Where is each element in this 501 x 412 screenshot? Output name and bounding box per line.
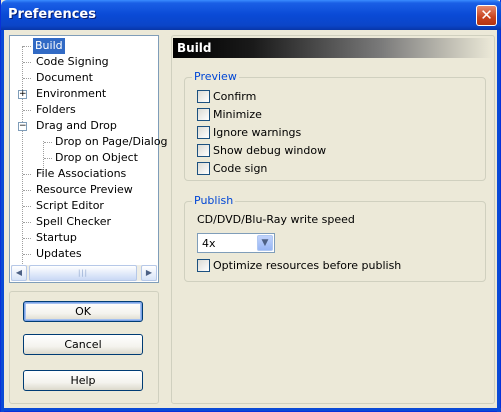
ignore-warnings-label: Ignore warnings bbox=[213, 126, 302, 139]
tree-item-script-editor[interactable]: Script Editor bbox=[34, 198, 106, 214]
optimize-checkbox[interactable] bbox=[197, 259, 210, 272]
tree-line bbox=[23, 78, 31, 79]
tree-item-updates[interactable]: Updates bbox=[34, 246, 84, 262]
scroll-left-icon[interactable]: ◀ bbox=[11, 265, 27, 281]
tree-line bbox=[44, 142, 52, 143]
title-bar[interactable]: Preferences ✕ bbox=[1, 0, 501, 30]
close-icon[interactable]: ✕ bbox=[476, 5, 497, 26]
tree-item-drop-on-object[interactable]: Drop on Object bbox=[53, 150, 140, 166]
tree-item-file-associations[interactable]: File Associations bbox=[34, 166, 128, 182]
show-debug-window-checkbox[interactable] bbox=[197, 144, 210, 157]
chevron-down-icon[interactable]: ▼ bbox=[257, 235, 273, 251]
window-frame-right bbox=[497, 30, 500, 412]
tree-item-folders[interactable]: Folders bbox=[34, 102, 78, 118]
scroll-thumb[interactable]: ||| bbox=[29, 265, 137, 281]
window-frame-bottom bbox=[1, 408, 501, 411]
scroll-right-icon[interactable]: ▶ bbox=[141, 265, 157, 281]
tree-line bbox=[23, 238, 31, 239]
tree-line bbox=[23, 62, 31, 63]
expand-icon[interactable]: + bbox=[18, 90, 27, 99]
tree-line bbox=[23, 222, 31, 223]
publish-group-label: Publish bbox=[192, 194, 236, 207]
ok-button[interactable]: OK bbox=[23, 301, 143, 322]
tree-line bbox=[23, 206, 31, 207]
ignore-warnings-checkbox[interactable] bbox=[197, 126, 210, 139]
collapse-icon[interactable]: − bbox=[18, 122, 27, 131]
tree-item-build[interactable]: Build bbox=[32, 37, 66, 55]
tree-line bbox=[23, 46, 31, 47]
tree-item-environment[interactable]: Environment bbox=[34, 86, 108, 102]
tree-line bbox=[44, 158, 52, 159]
code-sign-checkbox[interactable] bbox=[197, 162, 210, 175]
category-tree[interactable]: + − Build Code Signing Document Environm… bbox=[9, 35, 168, 283]
tree-item-drop-on-page-dialog[interactable]: Drop on Page/Dialog bbox=[53, 134, 170, 150]
preview-group-label: Preview bbox=[192, 70, 239, 83]
tree-item-document[interactable]: Document bbox=[34, 70, 95, 86]
tree-item-spell-checker[interactable]: Spell Checker bbox=[34, 214, 113, 230]
tree-item-code-signing[interactable]: Code Signing bbox=[34, 54, 111, 70]
tree-line bbox=[23, 254, 31, 255]
dialog-buttons-panel: OK Cancel Help bbox=[9, 291, 159, 404]
tree-line bbox=[23, 190, 31, 191]
tree-item-drag-and-drop[interactable]: Drag and Drop bbox=[34, 118, 119, 134]
tree-line bbox=[23, 110, 31, 111]
help-button[interactable]: Help bbox=[23, 370, 143, 391]
cancel-button[interactable]: Cancel bbox=[23, 334, 143, 355]
window-title: Preferences bbox=[8, 7, 96, 22]
panel-header: Build bbox=[173, 38, 493, 58]
code-sign-label: Code sign bbox=[213, 162, 268, 175]
confirm-checkbox[interactable] bbox=[197, 90, 210, 103]
optimize-label: Optimize resources before publish bbox=[213, 259, 402, 272]
write-speed-value: 4x bbox=[202, 237, 216, 250]
horizontal-scrollbar[interactable]: ◀ ||| ▶ bbox=[11, 265, 157, 281]
tree-item-resource-preview[interactable]: Resource Preview bbox=[34, 182, 135, 198]
window-frame-left bbox=[1, 30, 4, 412]
show-debug-window-label: Show debug window bbox=[213, 144, 327, 157]
write-speed-select[interactable]: 4x ▼ bbox=[197, 233, 275, 253]
tree-item-startup[interactable]: Startup bbox=[34, 230, 79, 246]
minimize-checkbox[interactable] bbox=[197, 108, 210, 121]
confirm-label: Confirm bbox=[213, 90, 257, 103]
write-speed-label: CD/DVD/Blu-Ray write speed bbox=[197, 213, 355, 226]
preferences-window: Preferences ✕ + − Build Code Signing Doc… bbox=[0, 0, 501, 412]
tree-line bbox=[23, 174, 31, 175]
minimize-label: Minimize bbox=[213, 108, 262, 121]
